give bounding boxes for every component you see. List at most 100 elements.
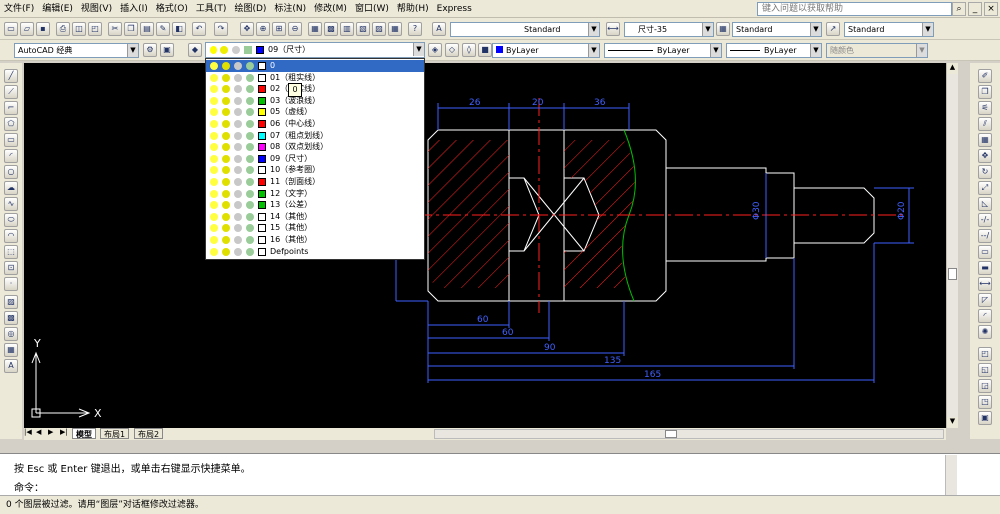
- sun-icon[interactable]: [222, 154, 230, 163]
- erase-icon[interactable]: ✐: [978, 69, 992, 83]
- lock-icon[interactable]: [234, 154, 242, 163]
- tab-nav-next-icon[interactable]: ▶: [48, 428, 58, 439]
- layer-row[interactable]: 07（粗点划线）: [206, 130, 424, 142]
- lock-icon[interactable]: [234, 85, 242, 94]
- offset-icon[interactable]: ⫽: [978, 117, 992, 131]
- drawing-svg[interactable]: 26 20 36 60 60 90 135 165 Φ30 Φ20 Y X: [24, 63, 946, 428]
- plot-layer-icon[interactable]: [246, 85, 254, 94]
- layer-color-swatch[interactable]: [258, 62, 266, 70]
- lock-icon[interactable]: [234, 131, 242, 140]
- redo-icon[interactable]: ↷: [214, 22, 228, 36]
- point-icon[interactable]: ·: [4, 277, 18, 291]
- menu-item[interactable]: 视图(V): [77, 0, 116, 18]
- multileader-style-combo[interactable]: Standard ▼: [844, 22, 934, 37]
- send-under-icon[interactable]: ▣: [978, 411, 992, 425]
- new-icon[interactable]: ▭: [4, 22, 18, 36]
- menu-item[interactable]: Express: [433, 0, 476, 18]
- lightbulb-icon[interactable]: [210, 189, 218, 198]
- command-scrollbar[interactable]: [945, 455, 957, 495]
- break-icon[interactable]: ▬: [978, 261, 992, 275]
- plot-layer-icon[interactable]: [246, 201, 254, 210]
- draw-order-icon[interactable]: ◰: [978, 347, 992, 361]
- sun-icon[interactable]: [222, 62, 230, 70]
- lock-icon[interactable]: [234, 201, 242, 210]
- tab-nav-last-icon[interactable]: ▶|: [60, 428, 70, 439]
- array-icon[interactable]: ▦: [978, 133, 992, 147]
- sun-icon[interactable]: [222, 178, 230, 186]
- sheet-set-icon[interactable]: ▧: [356, 22, 370, 36]
- color-combo[interactable]: ByLayer ▼: [492, 43, 600, 58]
- plot-layer-icon[interactable]: [246, 73, 254, 82]
- join-icon[interactable]: ⟷: [978, 277, 992, 291]
- table-icon[interactable]: ▦: [4, 343, 18, 357]
- extend-icon[interactable]: --/: [978, 229, 992, 243]
- lock-icon[interactable]: [234, 224, 242, 233]
- send-back-icon[interactable]: ◲: [978, 379, 992, 393]
- text-style-icon[interactable]: A: [432, 22, 446, 36]
- help-icon[interactable]: ?: [408, 22, 422, 36]
- menu-item[interactable]: 修改(M): [310, 0, 351, 18]
- chamfer-icon[interactable]: ◸: [978, 293, 992, 307]
- scroll-up-icon[interactable]: ▲: [947, 63, 958, 74]
- layer-combo[interactable]: 09（尺寸） ▼: [205, 42, 425, 58]
- sun-icon[interactable]: [222, 224, 230, 233]
- sun-icon[interactable]: [222, 201, 230, 210]
- layer-dropdown[interactable]: 001（粗实线）02（细实线）03（波浪线）05（虚线）06（中心线）07（粗点…: [205, 58, 425, 260]
- search-icon[interactable]: ⌕: [952, 2, 966, 16]
- mtext-icon[interactable]: A: [4, 359, 18, 373]
- lock-icon[interactable]: [234, 166, 242, 175]
- sun-icon[interactable]: [222, 247, 230, 256]
- plot-layer-icon[interactable]: [246, 108, 254, 117]
- region-icon[interactable]: ◎: [4, 327, 18, 341]
- ellipse-icon[interactable]: ⬭: [4, 213, 18, 227]
- multileader-style-icon[interactable]: ↗: [826, 22, 840, 36]
- fillet-icon[interactable]: ◜: [978, 309, 992, 323]
- lock-icon[interactable]: [234, 212, 242, 221]
- sun-icon[interactable]: [222, 85, 230, 94]
- menu-item[interactable]: 绘图(D): [230, 0, 270, 18]
- table-style-icon[interactable]: ▦: [716, 22, 730, 36]
- layer-row[interactable]: 14（其他）: [206, 211, 424, 223]
- publish-icon[interactable]: ◰: [88, 22, 102, 36]
- lightbulb-icon[interactable]: [210, 62, 218, 70]
- tool-palettes-icon[interactable]: ▥: [340, 22, 354, 36]
- scroll-down-icon[interactable]: ▼: [947, 417, 958, 428]
- workspace-combo[interactable]: AutoCAD 经典 ▼: [14, 43, 139, 58]
- layer-color-swatch[interactable]: [258, 120, 266, 128]
- lightbulb-icon[interactable]: [210, 85, 218, 94]
- layer-row[interactable]: 05（虚线）: [206, 106, 424, 118]
- layer-row[interactable]: 12（文字）: [206, 188, 424, 200]
- plot-icon[interactable]: ⎙: [56, 22, 70, 36]
- polygon-icon[interactable]: ⬠: [4, 117, 18, 131]
- stretch-icon[interactable]: ◺: [978, 197, 992, 211]
- layer-row[interactable]: 02（细实线）: [206, 83, 424, 95]
- sun-icon[interactable]: [222, 166, 230, 175]
- lightbulb-icon[interactable]: [210, 120, 218, 128]
- plot-layer-icon[interactable]: [246, 236, 254, 244]
- explode-icon[interactable]: ✺: [978, 325, 992, 339]
- layer-color-swatch[interactable]: [258, 131, 266, 140]
- lineweight-combo[interactable]: ByLayer ▼: [726, 43, 822, 58]
- zoom-window-icon[interactable]: ⊞: [272, 22, 286, 36]
- plot-layer-icon[interactable]: [246, 224, 254, 233]
- layer-color-swatch[interactable]: [258, 154, 266, 163]
- menu-item[interactable]: 标注(N): [270, 0, 310, 18]
- lightbulb-icon[interactable]: [210, 224, 218, 233]
- lock-icon[interactable]: [234, 143, 242, 152]
- undo-icon[interactable]: ↶: [192, 22, 206, 36]
- copy-icon[interactable]: ❐: [124, 22, 138, 36]
- tab-model[interactable]: 模型: [72, 428, 96, 439]
- layer-color-swatch[interactable]: [258, 166, 266, 175]
- command-prompt[interactable]: 命令：: [14, 479, 44, 494]
- command-window[interactable]: 按 Esc 或 Enter 键退出，或单击右键显示快捷菜单。 命令：: [0, 453, 1000, 495]
- sun-icon[interactable]: [222, 108, 230, 117]
- plot-layer-icon[interactable]: [246, 143, 254, 152]
- workspace-settings-icon[interactable]: ⚙: [143, 43, 157, 57]
- zoom-realtime-icon[interactable]: ⊕: [256, 22, 270, 36]
- plot-layer-icon[interactable]: [246, 62, 254, 70]
- paste-icon[interactable]: ▤: [140, 22, 154, 36]
- calculator-icon[interactable]: ▦: [388, 22, 402, 36]
- lock-icon[interactable]: [234, 108, 242, 117]
- layer-row[interactable]: 09（尺寸）: [206, 153, 424, 165]
- lightbulb-icon[interactable]: [210, 143, 218, 152]
